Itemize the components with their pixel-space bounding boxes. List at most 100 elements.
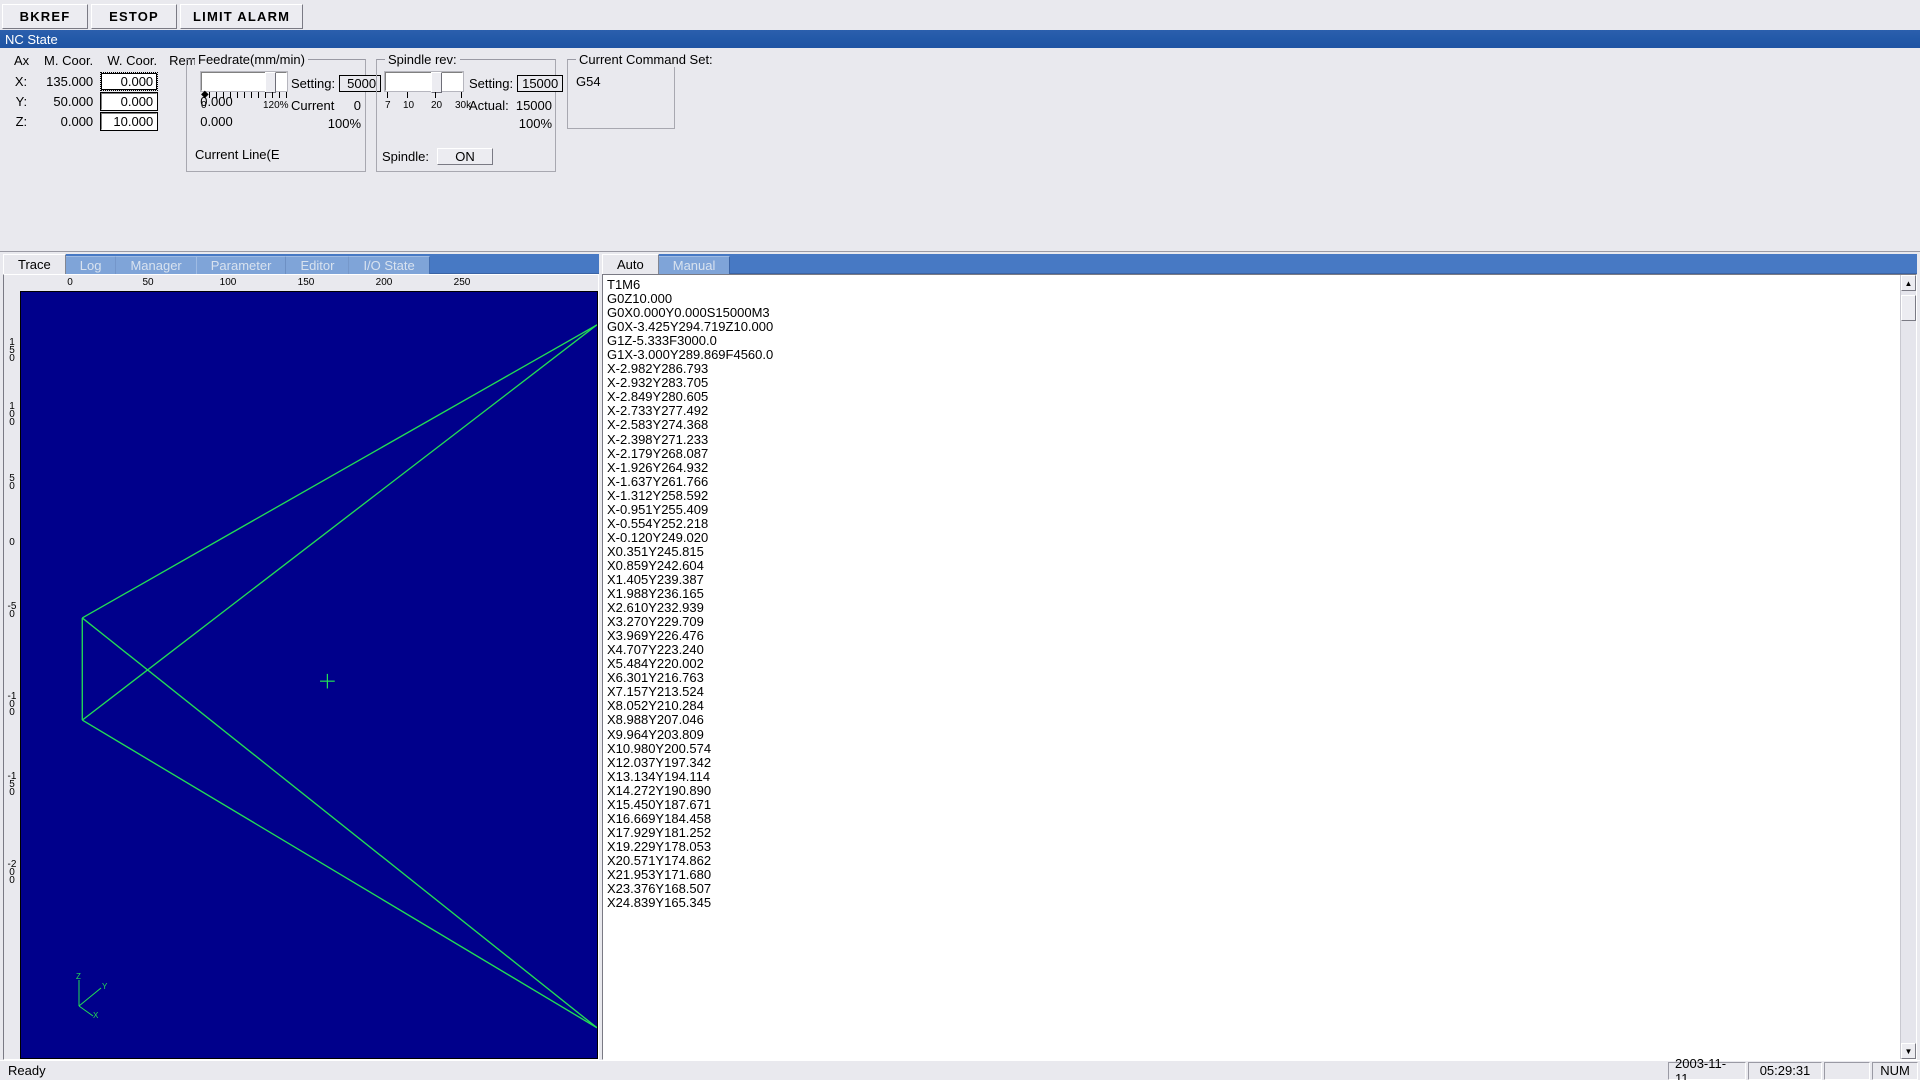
program-line[interactable]: X-2.733Y277.492 [607,404,1900,418]
program-line[interactable]: X3.270Y229.709 [607,615,1900,629]
feedrate-setting-value[interactable]: 5000 [339,75,382,92]
machine-coord-x: 135.000 [46,73,94,89]
program-line[interactable]: X19.229Y178.053 [607,839,1900,854]
program-line[interactable]: X20.571Y174.862 [607,853,1900,868]
tab-manual[interactable]: Manual [657,256,731,274]
program-line[interactable]: X2.610Y232.939 [607,601,1900,615]
ruler-x-150: 150 [297,277,315,288]
feedrate-tick-min: 0 [201,100,207,111]
program-line[interactable]: X7.157Y213.524 [607,685,1900,699]
spindle-slider[interactable] [384,71,464,99]
program-line[interactable]: X-2.932Y283.705 [607,376,1900,390]
spindle-setting-value[interactable]: 15000 [517,75,564,92]
program-line[interactable]: X5.484Y220.002 [607,657,1900,671]
program-line[interactable]: X9.964Y203.809 [607,727,1900,742]
command-set-value: G54 [576,74,601,89]
command-set-legend: Current Command Set: [576,52,716,67]
program-line[interactable]: X23.376Y168.507 [607,881,1900,896]
tab-auto-label: Auto [617,257,644,272]
toolpath-canvas[interactable]: Z Y X [20,290,598,1059]
bkref-button[interactable]: BKREF [2,3,88,29]
program-line[interactable]: X16.669Y184.458 [607,811,1900,826]
spindle-slider-thumb[interactable] [431,72,443,99]
limit-alarm-button[interactable]: LIMIT ALARM [180,3,304,29]
program-line[interactable]: X12.037Y197.342 [607,755,1900,770]
trace-tabstrip-filler [428,256,599,274]
feedrate-tick-labels: 0 120% [201,100,289,112]
scroll-up-icon[interactable]: ▲ [1901,275,1916,291]
tab-auto[interactable]: Auto [602,254,659,274]
status-bar: Ready 2003-11-11 05:29:31 NUM [0,1056,1920,1080]
program-line[interactable]: G0X-3.425Y294.719Z10.000 [607,320,1900,334]
program-line[interactable]: X-1.312Y258.592 [607,488,1900,503]
program-line[interactable]: X-1.637Y261.766 [607,474,1900,489]
program-line[interactable]: X1.405Y239.387 [607,572,1900,587]
header-machine-coord: M. Coor. [44,53,94,68]
tab-log[interactable]: Log [64,256,117,274]
tab-manager[interactable]: Manager [115,256,197,274]
program-line[interactable]: X17.929Y181.252 [607,825,1900,840]
feedrate-percent: 100% [327,116,361,131]
bkref-button-label: BKREF [19,8,71,24]
program-line[interactable]: X-2.982Y286.793 [607,362,1900,376]
program-line[interactable]: T1M6 [607,277,1900,292]
program-line[interactable]: G0X0.000Y0.000S15000M3 [607,306,1900,320]
program-line[interactable]: X0.859Y242.604 [607,558,1900,573]
program-scrollbar[interactable]: ▲ ▼ [1900,275,1916,1059]
program-line[interactable]: X24.839Y165.345 [607,896,1900,910]
tab-trace[interactable]: Trace [3,254,66,274]
program-scroll-track[interactable] [1901,291,1916,1043]
program-scroll-thumb[interactable] [1901,295,1916,321]
trace-view: 0 50 100 150 200 250 150 100 50 0 -50 -1… [3,274,599,1060]
tab-log-label: Log [79,258,102,273]
ruler-y-n200: -200 [7,858,17,886]
feedrate-current-value: 0 [353,98,361,113]
work-coord-x-input[interactable]: 0.000 [100,71,159,91]
spindle-on-button[interactable]: ON [436,148,493,165]
program-line[interactable]: X1.988Y236.165 [607,586,1900,601]
feedrate-current-label: Current [291,98,335,113]
feedrate-slider-thumb[interactable] [265,72,277,99]
tab-parameter[interactable]: Parameter [195,256,287,274]
spindle-tick-20: 20 [431,100,443,111]
tab-parameter-label: Parameter [210,258,272,273]
program-line[interactable]: X13.134Y194.114 [607,769,1900,784]
program-line[interactable]: X8.052Y210.284 [607,699,1900,713]
spindle-legend: Spindle rev: [385,52,460,67]
program-line[interactable]: X21.953Y171.680 [607,867,1900,882]
program-line[interactable]: X-2.179Y268.087 [607,446,1900,461]
program-line[interactable]: X6.301Y216.763 [607,671,1900,685]
axis-label-y: Y: [15,93,28,109]
work-coord-z-input[interactable]: 10.000 [100,111,159,131]
program-line[interactable]: X14.272Y190.890 [607,783,1900,798]
program-line[interactable]: G0Z10.000 [607,291,1900,306]
program-line[interactable]: X-2.849Y280.605 [607,390,1900,404]
feedrate-slider[interactable] [200,71,288,99]
program-line[interactable]: X-2.398Y271.233 [607,432,1900,447]
work-coord-y-input[interactable]: 0.000 [100,91,159,111]
program-line[interactable]: X3.969Y226.476 [607,629,1900,643]
limit-alarm-button-label: LIMIT ALARM [193,8,291,24]
program-line[interactable]: X-1.926Y264.932 [607,460,1900,475]
tab-editor[interactable]: Editor [285,256,350,274]
program-listing[interactable]: T1M6 G0Z10.000 G0X0.000Y0.000S15000M3 G0X-3… [603,275,1900,1059]
tab-io-state[interactable]: I/O State [348,256,430,274]
program-line[interactable]: X15.450Y187.671 [607,797,1900,812]
status-time: 05:29:31 [1748,1061,1822,1080]
program-line[interactable]: G1Z-5.333F3000.0 [607,334,1900,348]
command-set-groupbox: Current Command Set: G54 [567,52,716,129]
estop-button-label: ESTOP [109,8,159,24]
program-line[interactable]: X-2.583Y274.368 [607,418,1900,432]
spindle-tick-10: 10 [403,100,415,111]
program-line[interactable]: X0.351Y245.815 [607,544,1900,559]
program-line[interactable]: X10.980Y200.574 [607,741,1900,756]
scroll-down-icon[interactable]: ▼ [1901,1043,1916,1059]
ruler-y-0: 0 [9,536,15,548]
estop-button[interactable]: ESTOP [91,3,177,29]
program-line[interactable]: X-0.951Y255.409 [607,502,1900,517]
program-line[interactable]: G1X-3.000Y289.869F4560.0 [607,348,1900,362]
program-line[interactable]: X8.988Y207.046 [607,713,1900,727]
program-line[interactable]: X4.707Y223.240 [607,643,1900,657]
program-line[interactable]: X-0.120Y249.020 [607,530,1900,545]
program-line[interactable]: X-0.554Y252.218 [607,516,1900,531]
